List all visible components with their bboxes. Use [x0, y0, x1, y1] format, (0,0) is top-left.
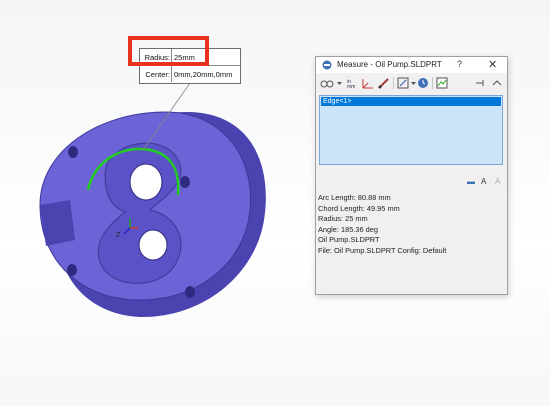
pin-icon[interactable]	[474, 77, 486, 89]
result-file-config: File: Oil Pump.SLDPRT Config: Default	[318, 245, 447, 255]
dialog-titlebar[interactable]: Measure - Oil Pump.SLDPRT ? ✕	[316, 57, 507, 73]
center-value: 0mm,20mm,0mm	[174, 70, 233, 79]
measurement-history-icon[interactable]	[417, 77, 429, 89]
triad-z-label: Z	[116, 232, 121, 239]
arc-circle-options-icon[interactable]	[320, 77, 334, 89]
bolt-hole	[67, 264, 77, 276]
dropdown-arrow-icon[interactable]	[411, 77, 416, 89]
dialog-title: Measure - Oil Pump.SLDPRT	[337, 60, 442, 69]
help-button[interactable]: ?	[457, 59, 462, 69]
bolt-hole	[185, 286, 195, 298]
create-sensor-icon[interactable]	[436, 77, 448, 89]
text-size-decrease-icon[interactable]: A	[495, 177, 500, 186]
callout-divider	[171, 66, 172, 82]
toolbar-separator	[432, 77, 433, 89]
point-to-point-icon[interactable]	[378, 77, 390, 89]
upper-bore	[129, 163, 163, 201]
result-arc-length: Arc Length: 80.88 mm	[318, 193, 391, 202]
measure-results: Arc Length: 80.88 mm Chord Length: 49.95…	[318, 193, 506, 257]
result-radius: Radius: 25 mm	[318, 214, 368, 224]
lower-bore	[138, 229, 168, 261]
bolt-hole	[68, 146, 78, 158]
ruler-icon[interactable]: ▬	[467, 177, 475, 186]
measure-toolbar: in mm	[316, 74, 507, 92]
measure-dialog[interactable]: Measure - Oil Pump.SLDPRT ? ✕ in mm Edge…	[315, 56, 508, 295]
center-label: Center:	[145, 70, 170, 79]
bolt-hole	[180, 176, 190, 188]
units-precision-icon[interactable]: in mm	[346, 77, 358, 89]
svg-text:mm: mm	[347, 84, 355, 89]
result-angle: Angle: 185.36 deg	[318, 224, 378, 234]
dropdown-arrow-icon[interactable]	[337, 77, 342, 89]
toolbar-separator	[393, 77, 394, 89]
selection-list[interactable]: Edge<1>	[319, 95, 503, 165]
graphics-viewport[interactable]: Z Radius: 25mm Center: 0mm,20mm,0mm Meas…	[0, 0, 550, 406]
results-options: ▬ A A	[461, 177, 505, 189]
measure-app-icon	[322, 60, 332, 70]
callout-center-row: Center: 0mm,20mm,0mm	[140, 66, 240, 82]
show-xyz-icon[interactable]	[362, 77, 374, 89]
projection-icon[interactable]	[397, 77, 409, 89]
close-button[interactable]: ✕	[488, 58, 497, 71]
collapse-chevron-icon[interactable]	[492, 77, 502, 89]
part-slot	[40, 200, 75, 246]
result-chord-length: Chord Length: 49.95 mm	[318, 203, 400, 213]
selection-item-edge[interactable]: Edge<1>	[321, 97, 501, 106]
callout-highlight-box	[128, 36, 209, 66]
text-size-increase-icon[interactable]: A	[481, 177, 486, 186]
result-part-name: Oil Pump.SLDPRT	[318, 235, 380, 245]
